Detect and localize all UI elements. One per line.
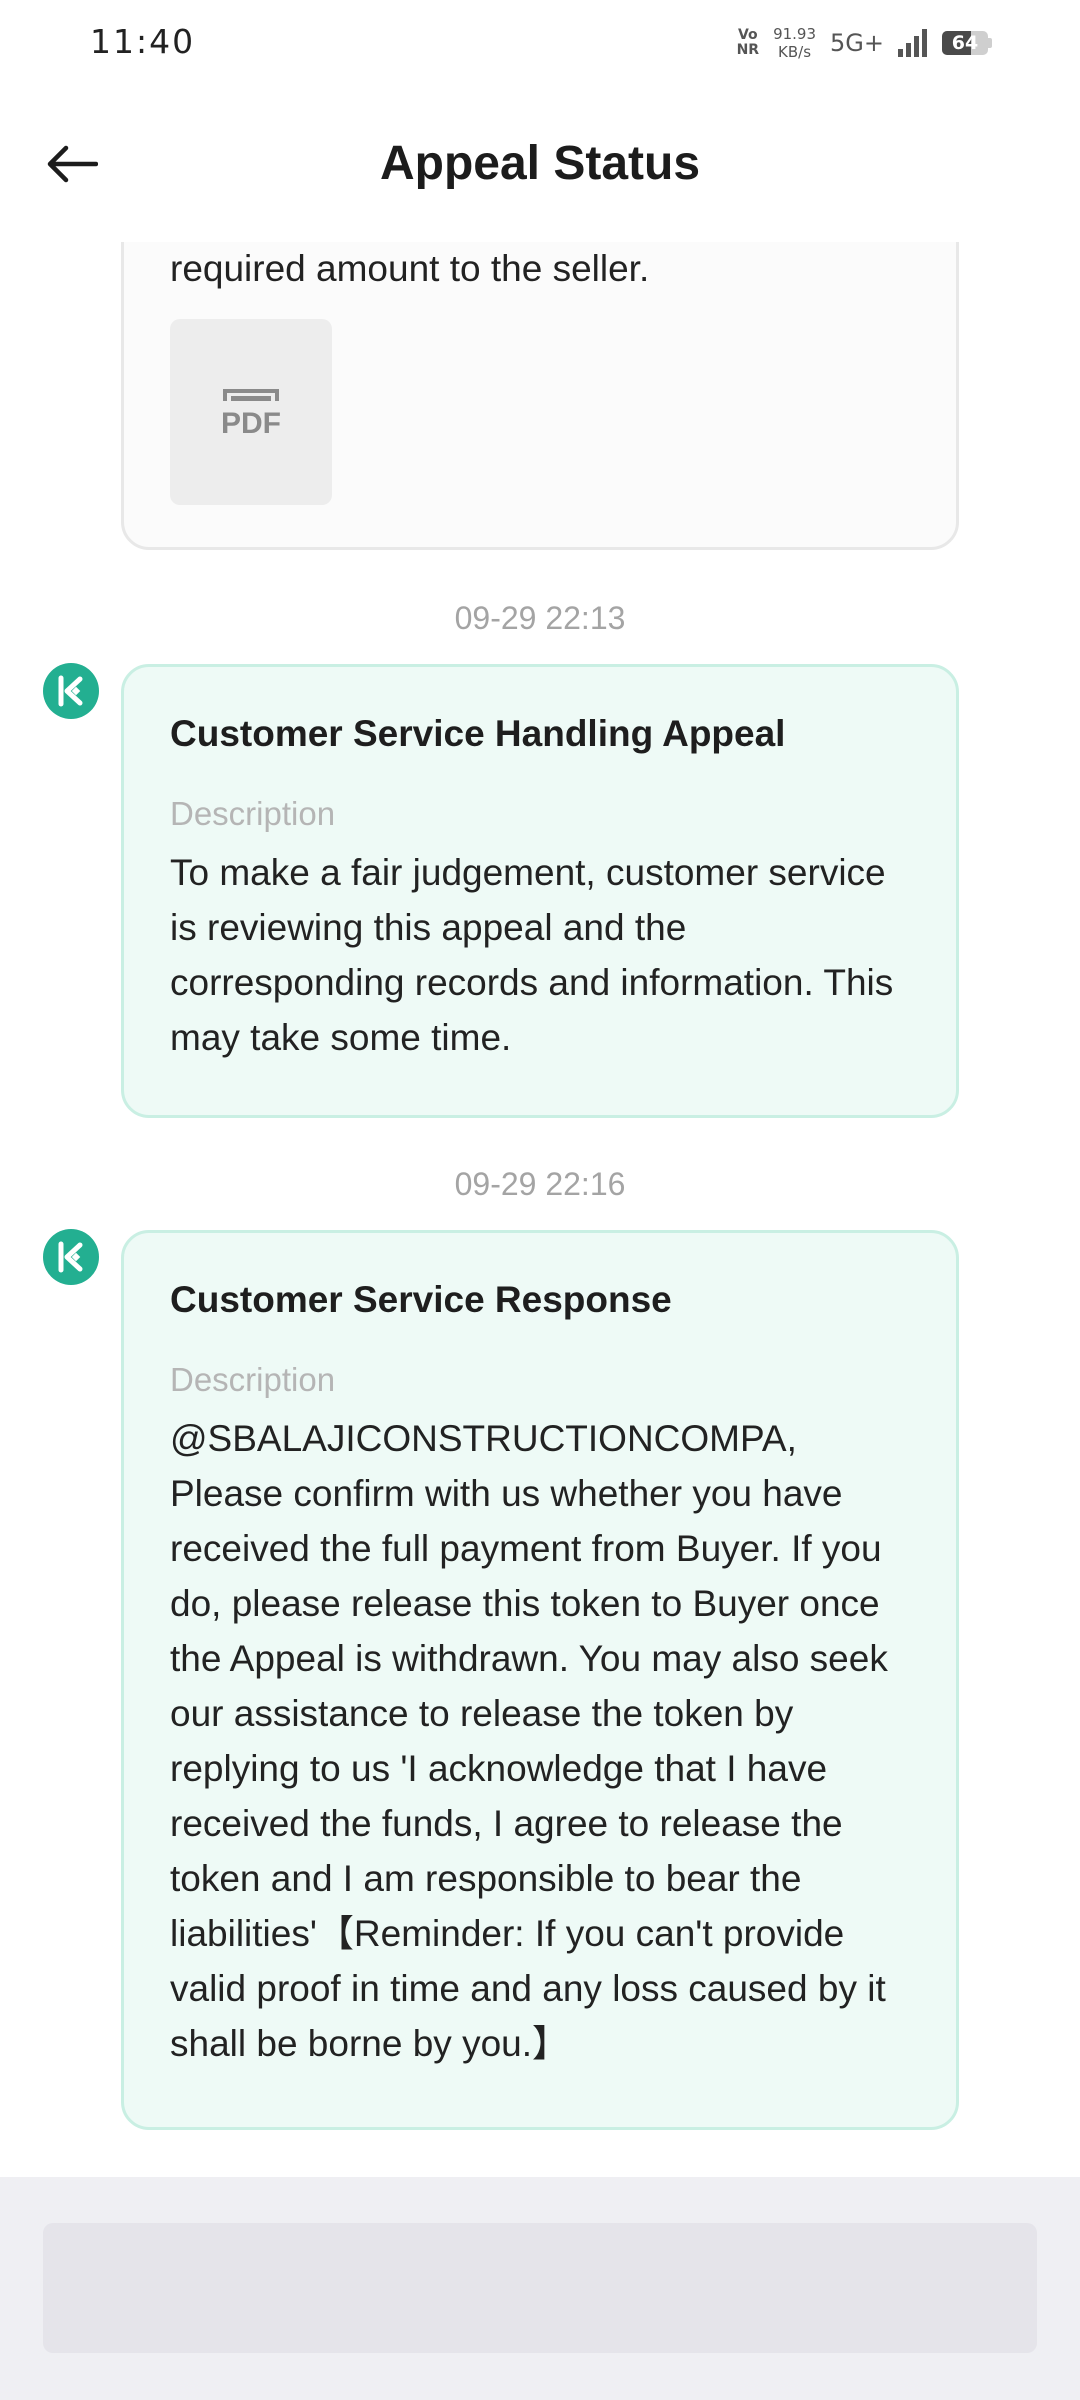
pdf-icon: PDF — [221, 389, 281, 437]
event-timestamp: 09-29 22:16 — [454, 1166, 626, 1202]
status-bar: 11:40 Vo NR 91.93 KB/s 5G+ 64 — [0, 0, 1080, 86]
description-label: Description — [170, 1361, 336, 1398]
signal-icon — [898, 29, 927, 57]
battery-icon: 64 — [942, 31, 988, 55]
appeal-event-card: Customer Service Handling Appeal Descrip… — [121, 664, 959, 1118]
bottom-action-bar — [0, 2177, 1080, 2400]
previous-appeal-card: required amount to the seller. PDF — [121, 242, 959, 550]
status-icons: Vo NR 91.93 KB/s 5G+ 64 — [737, 20, 992, 66]
event-description: To make a fair judgement, customer servi… — [170, 852, 894, 1058]
network-speed-value: 91.93 — [773, 25, 817, 43]
vonr-indicator: Vo NR — [736, 27, 760, 58]
kucoin-logo-icon — [58, 675, 83, 707]
page-title: Appeal Status — [379, 137, 701, 190]
network-speed-unit: KB/s — [778, 43, 812, 61]
event-description: @SBALAJICONSTRUCTIONCOMPA, Please confir… — [170, 1418, 888, 2064]
appeal-event-card: Customer Service Response Description @S… — [121, 1230, 959, 2130]
event-title: Customer Service Handling Appeal — [170, 713, 786, 754]
customer-service-avatar — [43, 1229, 99, 1285]
appeal-timeline[interactable]: required amount to the seller. PDF 09-29… — [0, 242, 1080, 2177]
description-label: Description — [170, 795, 336, 832]
kucoin-logo-icon — [58, 1241, 83, 1273]
pdf-attachment[interactable]: PDF — [170, 319, 332, 505]
customer-service-avatar — [43, 663, 99, 719]
status-time: 11:40 — [90, 22, 196, 61]
network-type: 5G+ — [830, 29, 884, 57]
event-timestamp: 09-29 22:13 — [454, 600, 626, 636]
network-speed: 91.93 KB/s — [773, 25, 816, 61]
battery-level: 64 — [951, 32, 979, 54]
battery-tip — [988, 38, 992, 48]
pdf-label: PDF — [221, 407, 281, 437]
reply-input[interactable] — [43, 2223, 1037, 2353]
app-header: Appeal Status — [0, 86, 1080, 242]
event-title: Customer Service Response — [170, 1279, 672, 1320]
previous-card-text: required amount to the seller. — [170, 248, 650, 289]
